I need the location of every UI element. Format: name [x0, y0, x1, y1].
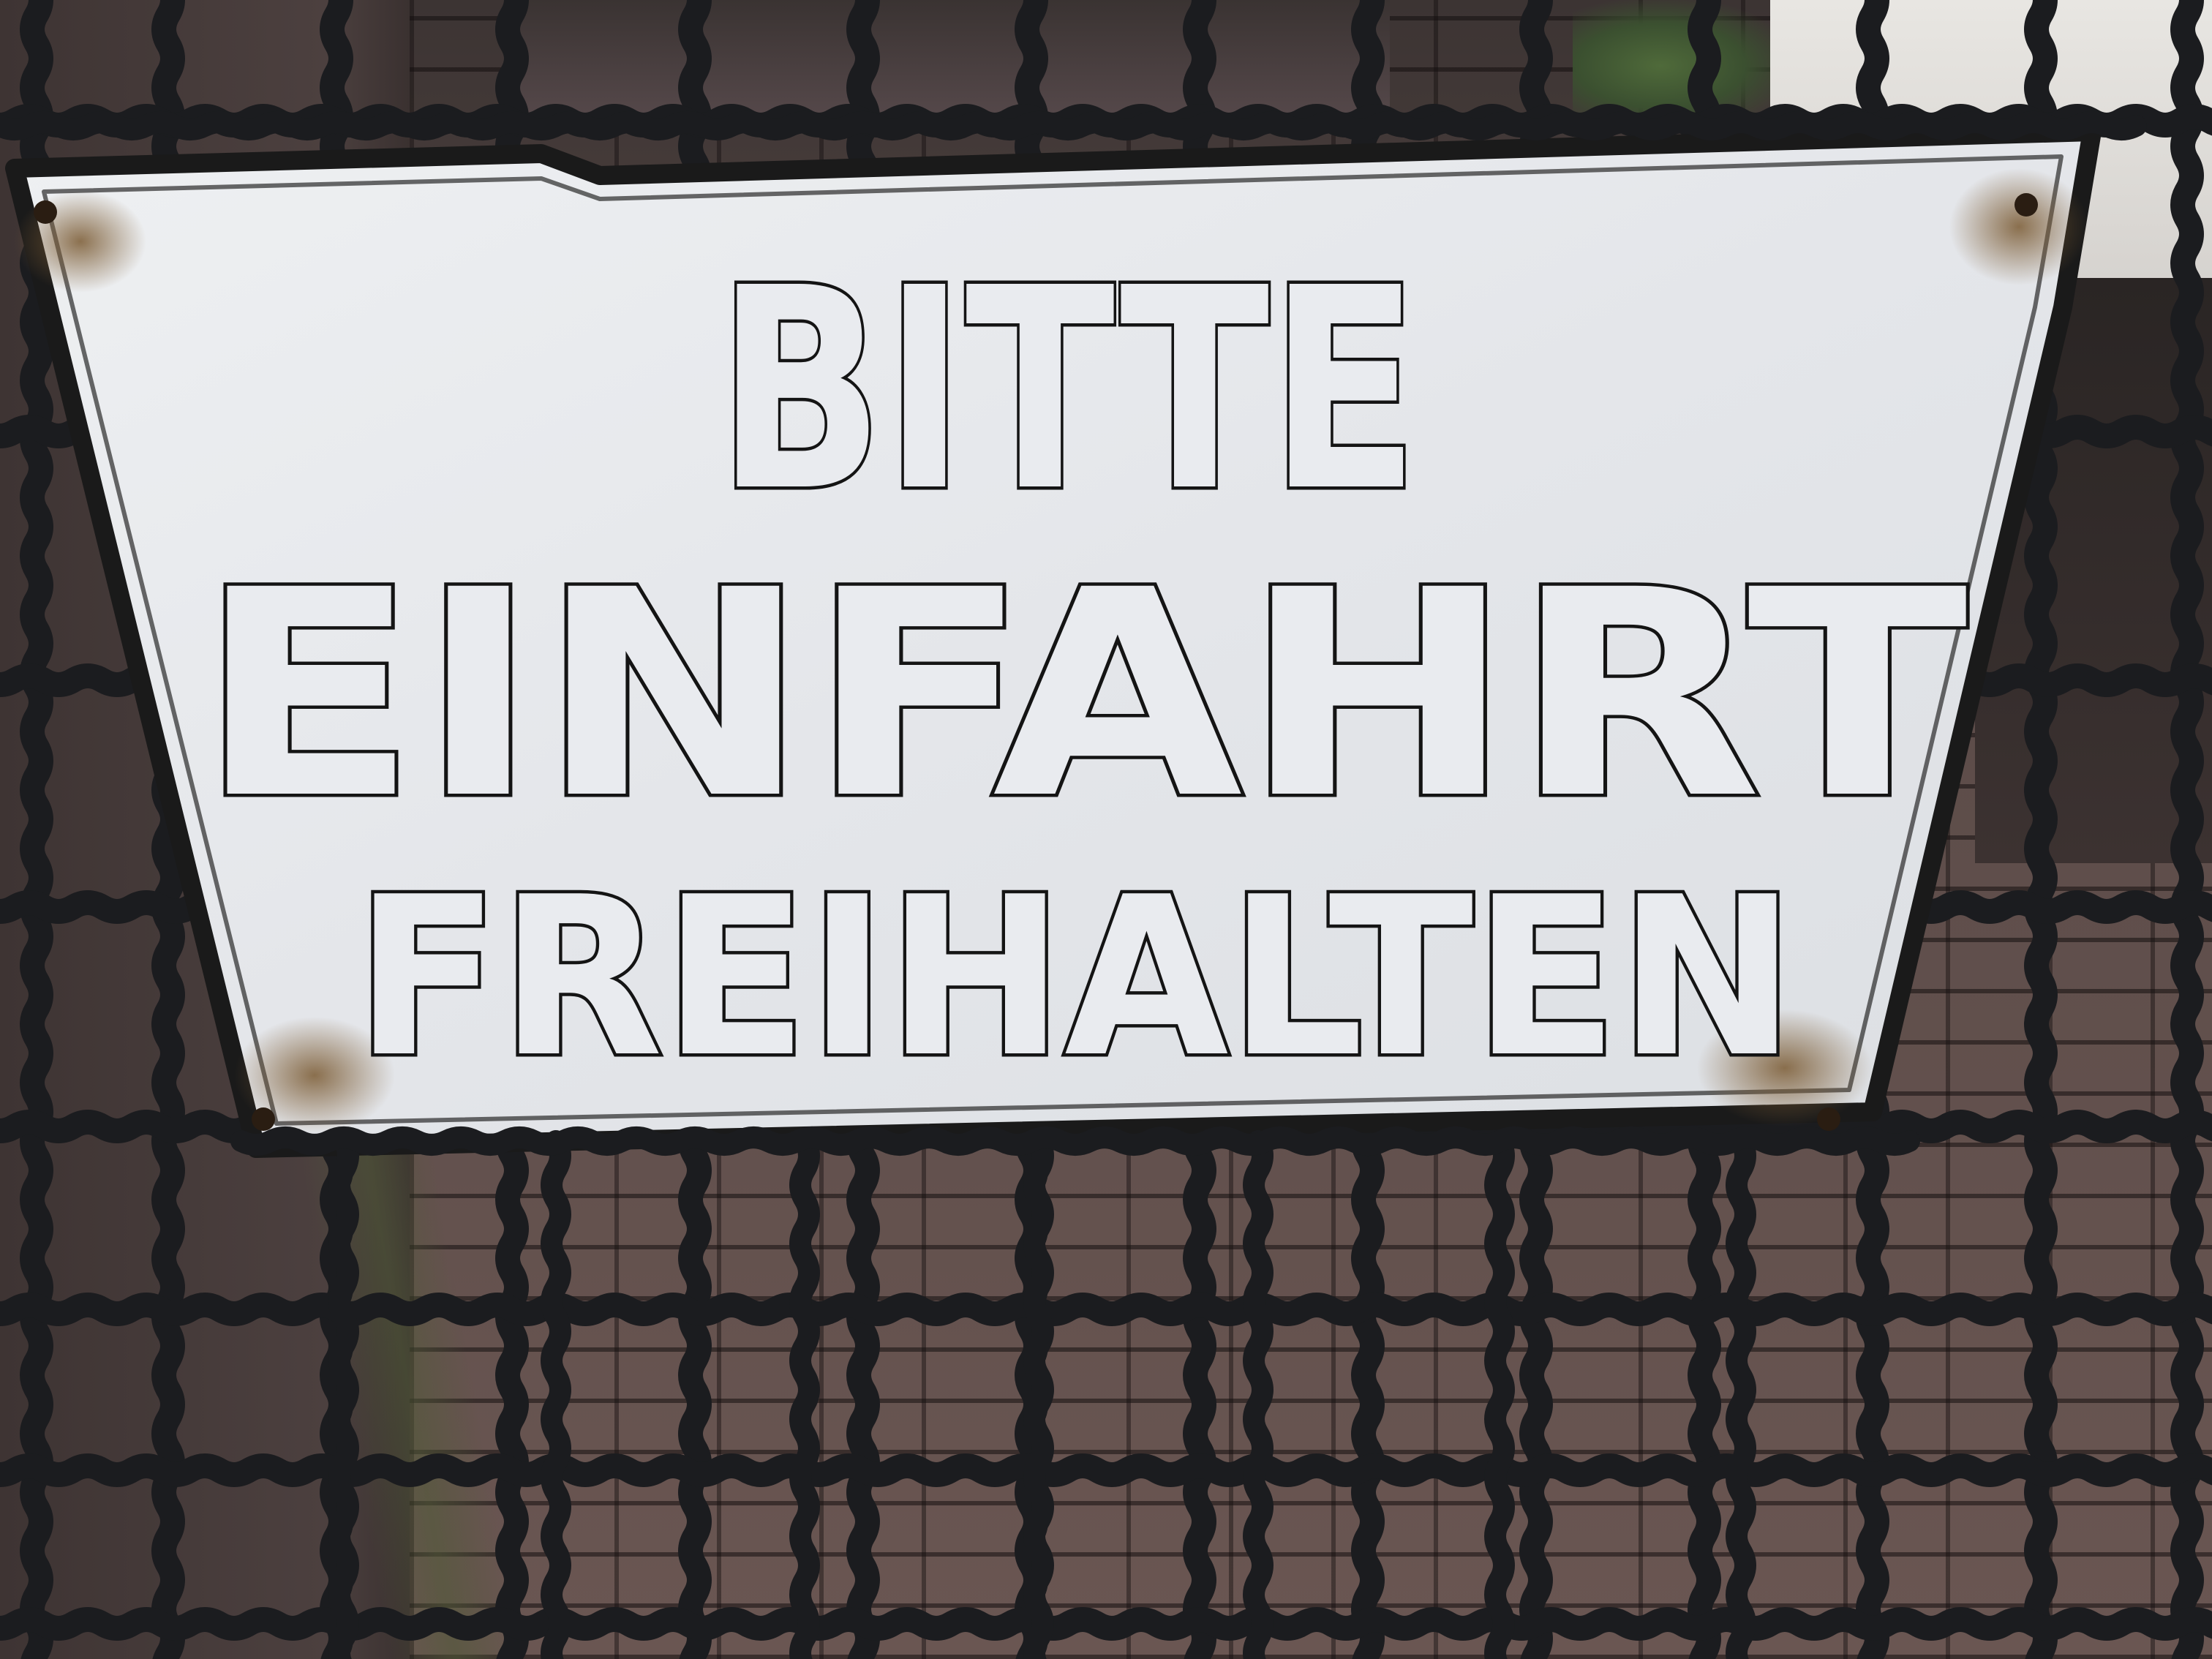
fence-front-horizontal-wire	[230, 1126, 1920, 1156]
fence-front-vertical-wire	[1484, 1130, 1515, 1659]
fence-front-vertical-wire	[1726, 1130, 1756, 1659]
fence-front-wires	[0, 111, 2147, 1659]
photo-scene: BITTE EINFAHRT FREIHALTEN	[0, 0, 2212, 1659]
fence-front-vertical-wire	[541, 1130, 571, 1659]
fence-front-vertical-wire	[1023, 1130, 1054, 1659]
fence-top-rail	[0, 111, 2147, 140]
fence-front-vertical-wire	[328, 1130, 359, 1659]
fence-front-vertical-wire	[1243, 1130, 1274, 1659]
fence-front-vertical-wire	[789, 1130, 820, 1659]
